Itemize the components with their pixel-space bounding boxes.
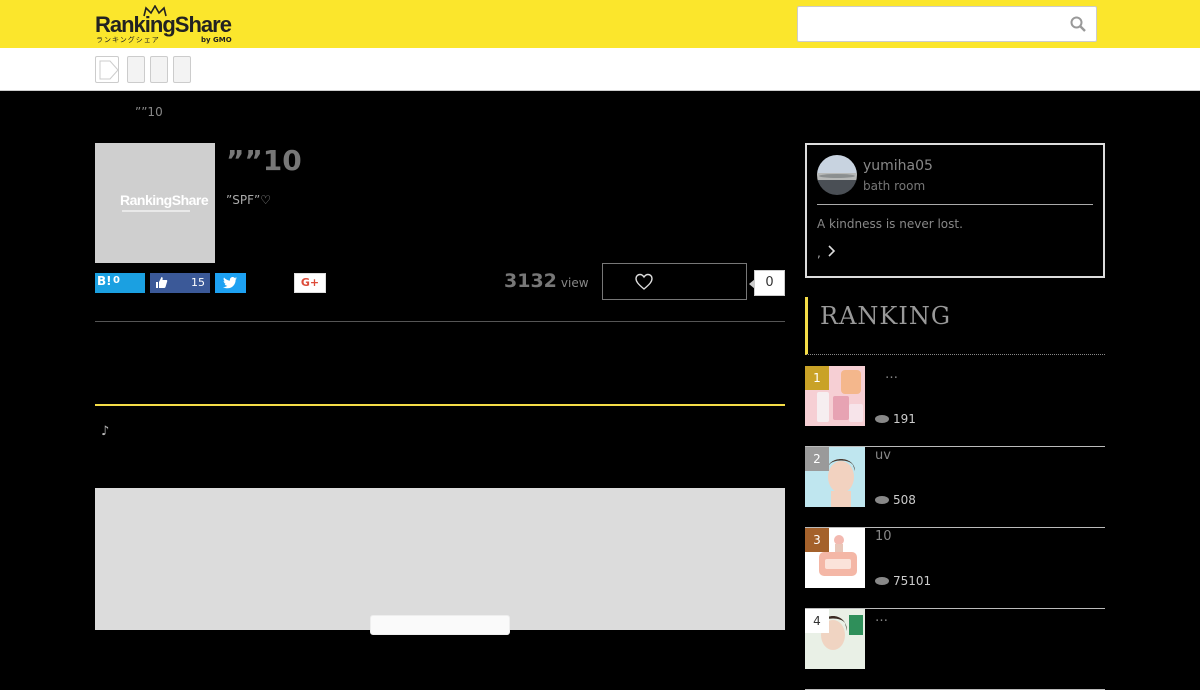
rank-badge: 3: [805, 528, 829, 552]
ranking-thumbnail: 3: [805, 528, 865, 588]
chevron-right-icon: [828, 245, 835, 257]
article-intro-text: ♪: [101, 424, 110, 439]
thumbnail-logo-text: RankingShare: [120, 192, 209, 208]
search-icon[interactable]: [1070, 16, 1086, 32]
section-divider: [95, 404, 785, 406]
article-thumbnail: RankingShare: [95, 143, 215, 263]
heart-icon: [635, 273, 653, 290]
eye-icon: [875, 496, 889, 504]
thumbs-up-icon: [156, 277, 168, 288]
google-plus-button[interactable]: G+: [294, 273, 326, 293]
favorite-count: 0: [749, 270, 785, 296]
site-logo[interactable]: RankingShare ランキングシェア by GMO: [95, 5, 235, 45]
article-media: [95, 488, 785, 635]
avatar-image: [817, 155, 857, 195]
nav-tab-1[interactable]: [127, 56, 145, 83]
ranking-item-view-count: 75101: [893, 574, 932, 588]
ranking-item-view-count: 508: [893, 493, 916, 507]
divider: [95, 321, 785, 322]
thumbnail-logo-underline: [122, 210, 190, 212]
hatena-bookmark-button[interactable]: B! 0: [95, 273, 145, 293]
eye-icon: [875, 577, 889, 585]
like-count: 15: [191, 276, 205, 289]
ranking-thumbnail: 4: [805, 609, 865, 669]
profile-divider: [817, 204, 1093, 205]
author-profile-card: yumiha05 bath room A kindness is never l…: [805, 143, 1105, 278]
nav-tab-3[interactable]: [173, 56, 191, 83]
profile-bio: A kindness is never lost.: [817, 217, 963, 231]
ranking-item-name[interactable]: …: [875, 610, 888, 625]
ranking-item-name[interactable]: 10: [875, 529, 892, 544]
sub-navigation: [0, 48, 1200, 91]
rank-badge: 4: [805, 609, 829, 633]
ranking-item[interactable]: 4 …: [805, 609, 1105, 690]
view-count: 3132: [504, 270, 557, 292]
profile-username[interactable]: yumiha05: [863, 158, 933, 174]
ranking-thumbnail: 1: [805, 366, 865, 426]
eye-icon: [875, 415, 889, 423]
ranking-item[interactable]: 2 uv 508: [805, 447, 1105, 528]
twitter-share-button[interactable]: [215, 273, 246, 293]
ranking-thumbnail: 2: [805, 447, 865, 507]
hatena-label: B!: [97, 274, 112, 288]
article-description: ”SPF”♡: [226, 193, 271, 207]
ranking-item[interactable]: 3 10 75101: [805, 528, 1105, 609]
rank-badge: 1: [805, 366, 829, 390]
rank-badge: 2: [805, 447, 829, 471]
logo-gmo: by GMO: [201, 36, 232, 44]
site-header: RankingShare ランキングシェア by GMO: [0, 0, 1200, 48]
search-box: [797, 6, 1097, 42]
ranking-item-name[interactable]: uv: [875, 448, 891, 463]
profile-more-text: ,: [817, 246, 821, 260]
ranking-item-views: 508: [875, 493, 916, 507]
ranking-item-name[interactable]: …: [885, 367, 898, 382]
view-counter: 3132 view: [504, 270, 589, 292]
ranking-item-views: 75101: [875, 574, 931, 588]
breadcrumb[interactable]: ””10: [135, 105, 163, 119]
login-tab[interactable]: [95, 56, 119, 83]
ranking-item-views: 191: [875, 412, 916, 426]
favorite-button[interactable]: [602, 263, 747, 300]
twitter-icon: [223, 277, 237, 289]
media-button[interactable]: [370, 615, 510, 635]
view-unit: view: [560, 276, 589, 290]
hatena-count: 0: [113, 275, 120, 286]
article-title: ””10: [226, 144, 302, 177]
profile-more-link[interactable]: ,: [817, 245, 837, 260]
ranking-header: RANKING: [805, 297, 1105, 355]
ranking-item-view-count: 191: [893, 412, 916, 426]
nav-tab-2[interactable]: [150, 56, 168, 83]
ranking-item[interactable]: 1 … 191: [805, 366, 1105, 447]
facebook-like-button[interactable]: 15: [150, 273, 210, 293]
logo-subtitle: ランキングシェア: [96, 36, 160, 44]
login-icon: [99, 60, 119, 80]
search-input[interactable]: [806, 13, 1056, 35]
ranking-title: RANKING: [820, 302, 951, 330]
profile-room: bath room: [863, 179, 926, 193]
avatar[interactable]: [817, 155, 857, 195]
